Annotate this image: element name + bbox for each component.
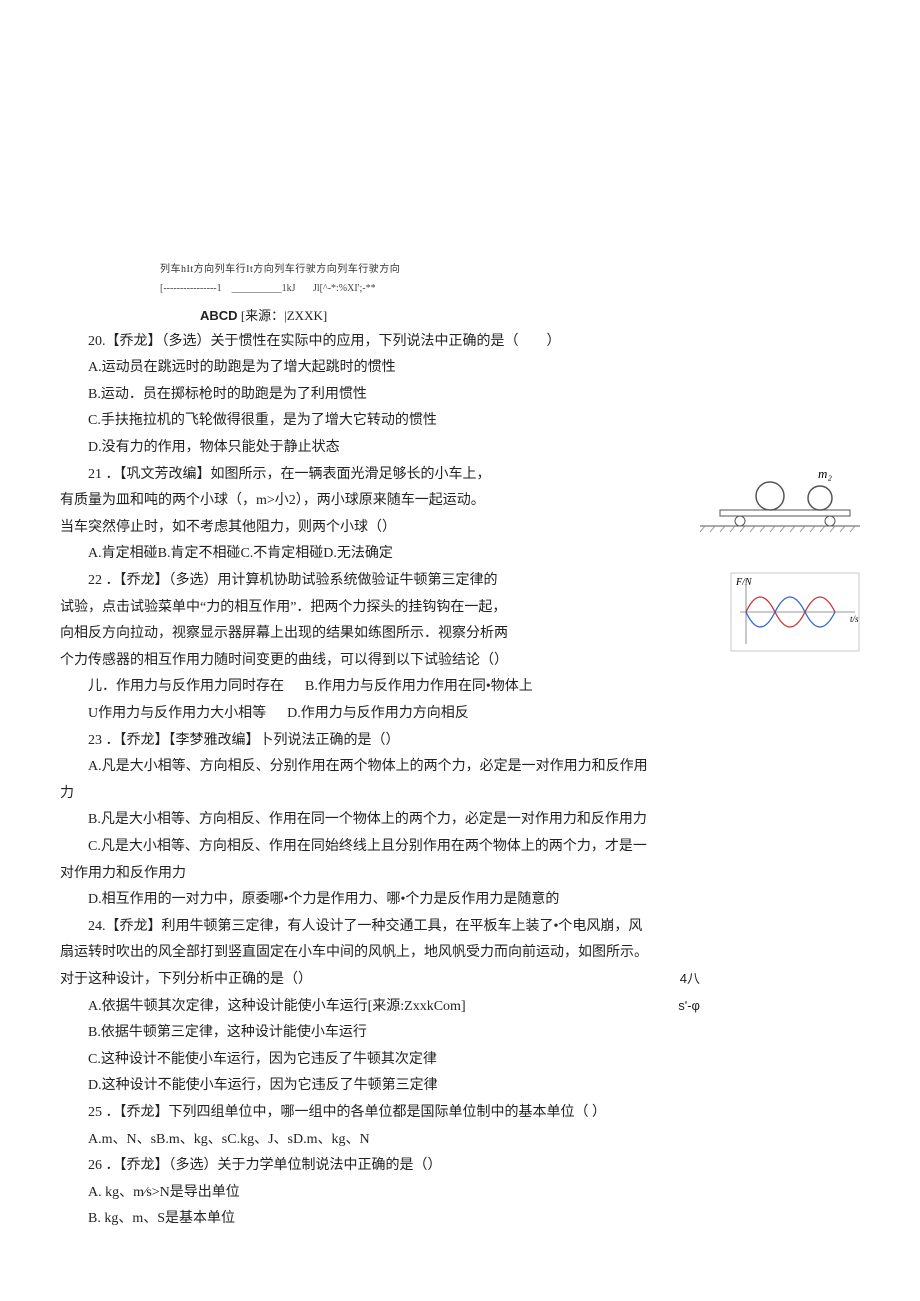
q24-stem-line3: 4八 对于这种设计，下列分析中正确的是（） — [60, 967, 860, 994]
figure-label-m2: m₂ — [818, 466, 832, 481]
q22-option-a: 儿．作用力与反作用力同时存在 — [88, 679, 284, 694]
q20-option-d: D.没有力的作用，物体只能处于静止状态 — [60, 435, 860, 462]
options-abcd: ABCD — [200, 308, 238, 323]
q23-option-a-cont: 力 — [60, 781, 860, 808]
q26-option-a: A. kg、m⁄s>N是导出单位 — [60, 1180, 860, 1207]
q23-option-d: D.相互作用的一对力中，原委哪•个力是作用力、哪•个力是反作用力是随意的 — [60, 887, 860, 914]
abcd-source-line: ABCD [来源：|ZXXK] — [200, 304, 860, 329]
q24-option-c: C.这种设计不能使小车运行，因为它违反了牛顿其次定律 — [60, 1047, 860, 1074]
q24-stem-line3-text: 对于这种设计，下列分析中正确的是（） — [60, 972, 312, 987]
source-tag: [来源：|ZXXK] — [241, 308, 327, 323]
train-direction-labels: 列车hIt方向列车行It方向列车行驶方向列车行驶方向 — [160, 260, 860, 279]
divider-dotted: [----------------1 __________1kJ Jl[^-*:… — [160, 279, 860, 298]
q23-stem: 23 ．【乔龙】【李梦雅改编】卜列说法正确的是（） — [60, 728, 860, 755]
q23-option-c-cont: 对作用力和反作用力 — [60, 861, 860, 888]
q20-option-a: A.运动员在跳远时的助跑是为了增大起跳时的惯性 — [60, 355, 860, 382]
q22-figure: F/N t/s — [730, 572, 860, 652]
q22-option-c: U作用力与反作用力大小相等 — [88, 706, 266, 721]
q21-options: A.肯定相碰B.肯定不相碰C.不肯定相碰D.无法确定 — [60, 541, 860, 568]
q24-stem-line1: 24.【乔龙】利用牛顿第三定律，有人设计了一种交通工具，在平板车上装了•个电风崩… — [60, 914, 860, 941]
q22-option-d: D.作用力与反作用力方向相反 — [287, 706, 469, 721]
header-fragment: 列车hIt方向列车行It方向列车行驶方向列车行驶方向 [------------… — [160, 260, 860, 298]
cart-balls-icon: m₂ — [700, 466, 860, 536]
q22-options-row1: 儿．作用力与反作用力同时存在 B.作用力与反作用力作用在同•物体上 — [60, 674, 860, 701]
svg-text:t/s: t/s — [850, 614, 859, 624]
q25-stem: 25 ．【乔龙】下列四组单位中，哪一组中的各单位都是国际单位制中的基本单位（ ） — [60, 1100, 860, 1127]
q20-stem: 20.【乔龙】（多选）关于惯性在实际中的应用，下列说法中正确的是（ ） — [60, 329, 860, 356]
figure-ylabel: F/N — [735, 577, 753, 588]
q24-option-b: B.依据牛顿第三定律，这种设计能使小车运行 — [60, 1020, 860, 1047]
q25-options: A.m、N、sB.m、kg、sC.kg、J、sD.m、kg、N — [60, 1127, 860, 1154]
q24-stem-line2: 扇运转时吹出的风全部打到竖直固定在小车中间的风帆上，地风帆受力而向前运动，如图所… — [60, 940, 860, 967]
q23-option-b: B.凡是大小相等、方向相反、作用在同一个物体上的两个力，必定是一对作用力和反作用… — [60, 807, 860, 834]
force-time-graph-icon: F/N t/s — [730, 572, 860, 652]
q22-option-b: B.作用力与反作用力作用在同•物体上 — [305, 679, 533, 694]
q23-option-c: C.凡是大小相等、方向相反、作用在同始终线上且分别作用在两个物体上的两个力，才是… — [60, 834, 860, 861]
q23-option-a: A.凡是大小相等、方向相反、分别作用在两个物体上的两个力，必定是一对作用力和反作… — [60, 754, 860, 781]
q24-option-a: s'-φ A.依据牛顿其次定律，这种设计能使小车运行[来源:ZxxkCom] — [60, 994, 860, 1021]
q24-option-a-text: A.依据牛顿其次定律，这种设计能使小车运行[来源:ZxxkCom] — [88, 999, 466, 1014]
q22-options-row2: U作用力与反作用力大小相等 D.作用力与反作用力方向相反 — [60, 701, 860, 728]
q24-side-symbol-1: 4八 — [680, 967, 700, 992]
q24-side-symbol-2: s'-φ — [650, 994, 700, 1019]
q21-figure: m₂ — [700, 466, 860, 536]
q20-option-c: C.手扶拖拉机的飞轮做得很重，是为了增大它转动的惯性 — [60, 408, 860, 435]
q26-stem: 26 ．【乔龙】（多选）关于力学单位制说法中正确的是（） — [60, 1153, 860, 1180]
q20-option-b: B.运动．员在掷标枪时的助跑是为了利用惯性 — [60, 382, 860, 409]
q26-option-b: B. kg、m、S是基本单位 — [60, 1206, 860, 1233]
q24-option-d: D.这种设计不能使小车运行，因为它违反了牛顿第三定律 — [60, 1073, 860, 1100]
